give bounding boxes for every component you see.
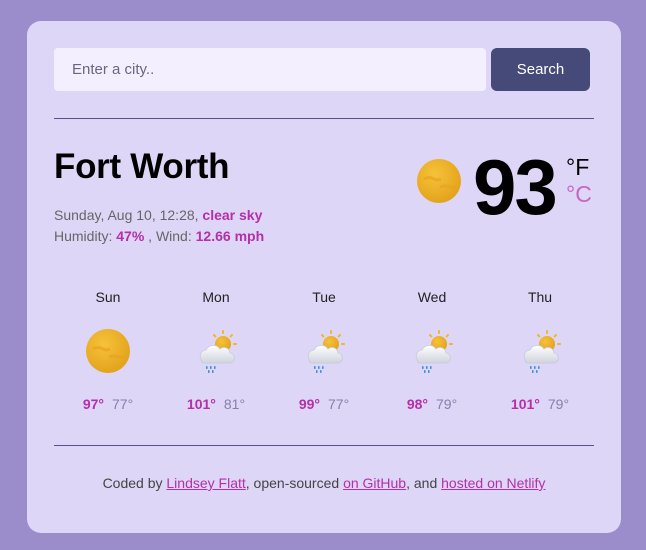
forecast-day-name: Thu	[527, 289, 553, 305]
footer-prefix: Coded by	[102, 475, 167, 491]
search-form: Search	[54, 48, 590, 91]
forecast-temps: 99° 77°	[270, 396, 378, 412]
forecast-temps: 97° 77°	[54, 396, 162, 412]
forecast-high: 98°	[406, 396, 428, 412]
sun-cloud-rain-icon	[193, 328, 239, 374]
date-text: Sunday, Aug 10, 12:28,	[54, 207, 199, 223]
forecast-high: 101°	[510, 396, 540, 412]
forecast-day-name: Tue	[312, 289, 336, 305]
forecast-low: 79°	[436, 396, 458, 412]
forecast-temps: 98° 79°	[378, 396, 486, 412]
forecast-row: Sun 97° 77° Mon 101° 81° Tue 99° 77° Wed 98…	[54, 287, 594, 427]
forecast-high: 97°	[82, 396, 104, 412]
weather-details: Sunday, Aug 10, 12:28, clear sky Humidit…	[54, 205, 264, 247]
bottom-divider	[54, 445, 594, 446]
humidity-value: 47%	[116, 228, 145, 244]
forecast-low: 77°	[328, 396, 350, 412]
top-divider	[54, 118, 594, 119]
sun-cloud-rain-icon	[517, 328, 563, 374]
forecast-low: 77°	[112, 396, 134, 412]
forecast-day: Mon 101° 81°	[162, 287, 270, 412]
wind-label: , Wind:	[148, 228, 192, 244]
author-link[interactable]: Lindsey Flatt	[166, 475, 245, 491]
github-link[interactable]: on GitHub	[343, 475, 406, 491]
forecast-high: 99°	[298, 396, 320, 412]
netlify-link[interactable]: hosted on Netlify	[441, 475, 545, 491]
fahrenheit-unit-link[interactable]: °F	[566, 154, 589, 181]
clear-sun-icon	[85, 328, 131, 374]
sun-cloud-rain-icon	[409, 328, 455, 374]
forecast-day: Wed 98° 79°	[378, 287, 486, 412]
footer-and: , and	[406, 475, 442, 491]
celsius-unit-link[interactable]: °C	[566, 181, 592, 208]
city-search-input[interactable]	[54, 48, 486, 91]
humidity-wind-line: Humidity: 47% , Wind: 12.66 mph	[54, 226, 264, 247]
humidity-label: Humidity:	[54, 228, 113, 244]
forecast-temps: 101° 79°	[486, 396, 594, 412]
weather-description: clear sky	[202, 207, 263, 223]
clear-sun-icon	[416, 158, 462, 204]
sun-cloud-rain-icon	[301, 328, 347, 374]
weather-card: Search Fort Worth Sunday, Aug 10, 12:28,…	[27, 21, 621, 533]
footer-middle: , open-sourced	[245, 475, 344, 491]
footer: Coded by Lindsey Flatt, open-sourced on …	[54, 475, 594, 491]
forecast-day-name: Mon	[202, 289, 230, 305]
city-name: Fort Worth	[54, 147, 230, 186]
forecast-day: Sun 97° 77°	[54, 287, 162, 412]
forecast-day-name: Wed	[417, 289, 447, 305]
date-line: Sunday, Aug 10, 12:28, clear sky	[54, 205, 264, 226]
forecast-day: Tue 99° 77°	[270, 287, 378, 412]
wind-value: 12.66 mph	[195, 228, 265, 244]
forecast-low: 79°	[547, 396, 570, 412]
forecast-low: 81°	[223, 396, 246, 412]
forecast-high: 101°	[186, 396, 216, 412]
current-temperature: 93	[473, 143, 558, 231]
forecast-day: Thu 101° 79°	[486, 287, 594, 412]
search-button[interactable]: Search	[491, 48, 590, 91]
forecast-day-name: Sun	[95, 289, 121, 305]
forecast-temps: 101° 81°	[162, 396, 270, 412]
